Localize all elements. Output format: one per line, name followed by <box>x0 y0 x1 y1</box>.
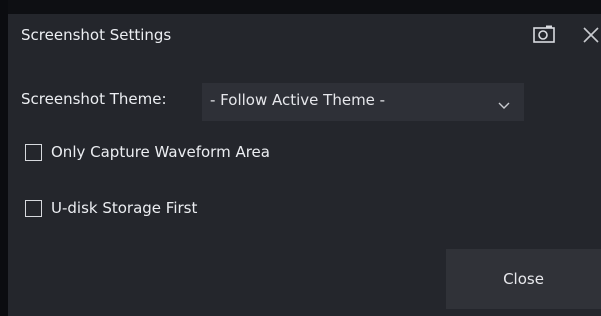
chevron-down-icon <box>497 96 511 109</box>
close-icon[interactable] <box>581 25 601 45</box>
theme-dropdown-value: - Follow Active Theme - <box>210 91 386 109</box>
background-edge <box>0 0 8 316</box>
dialog-title: Screenshot Settings <box>21 26 172 44</box>
udisk-storage-checkbox[interactable] <box>25 200 42 217</box>
waveform-area-label: Only Capture Waveform Area <box>51 143 270 161</box>
camera-icon[interactable] <box>532 24 556 44</box>
theme-dropdown[interactable]: - Follow Active Theme - <box>202 83 524 121</box>
waveform-area-checkbox[interactable] <box>25 144 42 161</box>
close-button[interactable]: Close <box>446 249 601 309</box>
screenshot-settings-dialog: Screenshot Settings Screenshot Theme: - … <box>8 14 601 316</box>
theme-label: Screenshot Theme: <box>21 90 167 108</box>
udisk-storage-label: U-disk Storage First <box>51 199 198 217</box>
dialog-title-bar: Screenshot Settings <box>8 14 601 54</box>
